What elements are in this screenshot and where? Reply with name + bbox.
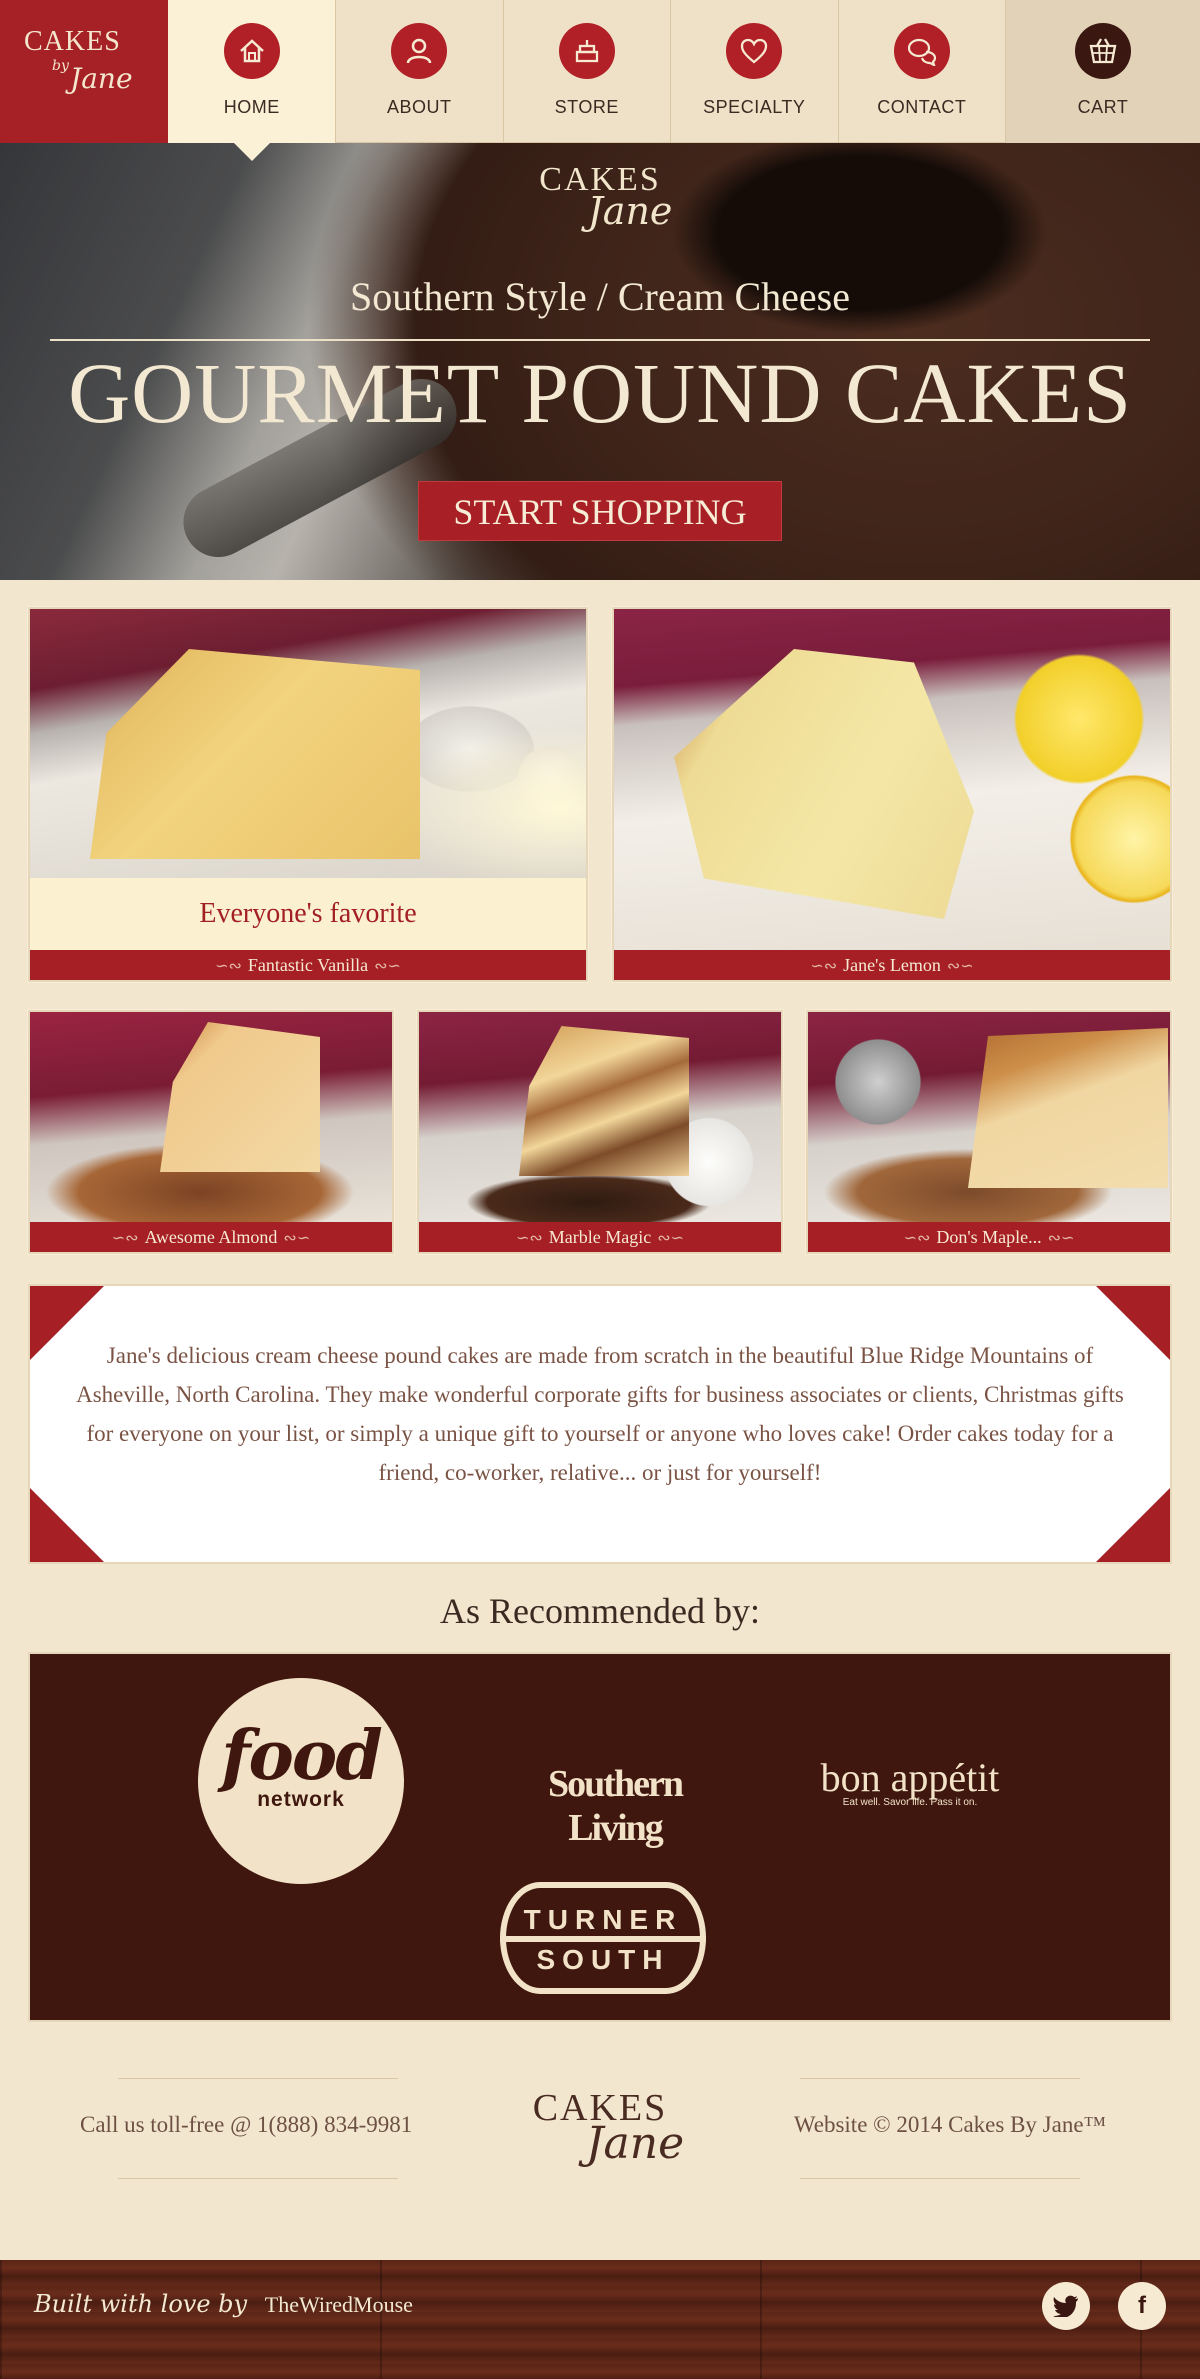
nav-item-store[interactable]: STORE	[504, 0, 672, 143]
nav-label-contact: CONTACT	[877, 97, 967, 117]
product-name: Jane's Lemon	[843, 955, 941, 975]
southern-living-logo[interactable]: Southern Living	[500, 1762, 730, 1850]
swirl-ornament-icon: ∾∽	[283, 1230, 311, 1247]
heart-icon	[726, 23, 783, 79]
footer-logo[interactable]: CAKES Jane	[490, 2086, 710, 2169]
product-card-lemon[interactable]: ∽∾ Jane's Lemon ∾∽	[612, 607, 1172, 982]
swirl-ornament-icon: ∾∽	[657, 1230, 685, 1247]
built-with-love-credit[interactable]: Built with love by TheWiredMouse	[34, 2290, 413, 2318]
hero-logo-line2: Jane	[587, 189, 673, 233]
product-card-marble[interactable]: ∽∾ Marble Magic ∾∽	[417, 1010, 783, 1254]
product-name: Don's Maple...	[936, 1227, 1042, 1247]
twitter-icon[interactable]	[1042, 2282, 1090, 2330]
footer-divider	[800, 2178, 1080, 2179]
turner-south-logo[interactable]: TURNER SOUTH	[500, 1882, 706, 1994]
turner-south-line2: SOUTH	[536, 1944, 670, 1975]
bon-appetit-logo[interactable]: bon appétit Eat well. Savor life. Pass i…	[790, 1754, 1030, 1808]
swirl-ornament-icon: ∽∾	[111, 1230, 139, 1247]
hero-title: GOURMET POUND CAKES	[68, 345, 1132, 441]
nav-item-specialty[interactable]: SPECIALTY	[671, 0, 839, 143]
product-caption: Everyone's favorite	[30, 878, 586, 950]
nav-label-specialty: SPECIALTY	[703, 97, 806, 117]
brand-logo-line2: Jane	[70, 62, 133, 95]
cake-icon	[558, 23, 615, 79]
house-icon	[223, 23, 280, 79]
corner-ornament-icon	[30, 1488, 104, 1562]
bottom-bar: Built with love by TheWiredMouse f	[0, 2260, 1200, 2379]
nav-label-store: STORE	[554, 97, 619, 117]
person-icon	[391, 23, 448, 79]
brand-logo[interactable]: CAKES by Jane	[0, 0, 169, 143]
nav-item-contact[interactable]: CONTACT	[839, 0, 1007, 143]
product-image-vanilla	[30, 609, 586, 880]
swirl-ornament-icon: ∽∾	[810, 958, 838, 975]
product-image-marble	[419, 1012, 781, 1224]
swirl-ornament-icon: ∽∾	[515, 1230, 543, 1247]
product-label-bar: ∽∾ Awesome Almond ∾∽	[30, 1222, 392, 1252]
swirl-ornament-icon: ∾∽	[946, 958, 974, 975]
product-label-bar: ∽∾ Jane's Lemon ∾∽	[614, 950, 1170, 980]
food-network-logo-word: food	[221, 1716, 383, 1796]
start-shopping-button[interactable]: START SHOPPING	[418, 481, 782, 541]
corner-ornament-icon	[1096, 1488, 1170, 1562]
about-panel: Jane's delicious cream cheese pound cake…	[28, 1284, 1172, 1564]
recommended-logos-panel: food network Southern Living bon appétit…	[28, 1652, 1172, 2022]
chat-bubbles-icon	[893, 23, 950, 79]
product-name: Marble Magic	[548, 1227, 652, 1247]
nav-item-about[interactable]: ABOUT	[336, 0, 504, 143]
hero-subtitle: Southern Style / Cream Cheese	[350, 274, 850, 319]
footer-divider	[800, 2078, 1080, 2079]
built-with-text: Built with love by	[34, 2290, 248, 2318]
brand-logo-by: by	[52, 58, 69, 74]
swirl-ornament-icon: ∽∾	[903, 1230, 931, 1247]
swirl-ornament-icon: ∽∾	[215, 958, 242, 975]
top-nav: CAKES by Jane HOME ABOUT STORE SPECIALTY…	[0, 0, 1200, 161]
recommended-title: As Recommended by:	[440, 1591, 760, 1631]
brand-logo-line1: CAKES	[24, 26, 121, 57]
product-card-maple[interactable]: ∽∾ Don's Maple... ∾∽	[806, 1010, 1172, 1254]
footer-divider	[118, 2178, 398, 2179]
about-text: Jane's delicious cream cheese pound cake…	[76, 1343, 1124, 1485]
product-label-bar: ∽∾ Don's Maple... ∾∽	[808, 1222, 1170, 1252]
nav-item-cart[interactable]: CART	[1006, 0, 1200, 143]
hero-logo: CAKES Jane	[0, 161, 1200, 233]
product-label-bar: ∽∾ Fantastic Vanilla ∾∽	[30, 950, 586, 980]
product-card-almond[interactable]: ∽∾ Awesome Almond ∾∽	[28, 1010, 394, 1254]
nav-item-home[interactable]: HOME	[168, 0, 336, 161]
swirl-ornament-icon: ∾∽	[374, 958, 401, 975]
wired-mouse-logo: TheWiredMouse	[264, 2292, 413, 2317]
nav-label-home: HOME	[223, 97, 280, 117]
product-name: Awesome Almond	[144, 1227, 278, 1247]
food-network-logo[interactable]: food network	[198, 1678, 404, 1884]
product-image-almond	[30, 1012, 392, 1224]
product-label-bar: ∽∾ Marble Magic ∾∽	[419, 1222, 781, 1252]
nav-label-about: ABOUT	[386, 97, 452, 117]
product-card-vanilla[interactable]: Everyone's favorite ∽∾ Fantastic Vanilla ∾…	[28, 607, 588, 982]
bon-appetit-logo-word: bon appétit	[820, 1755, 1000, 1800]
product-image-lemon	[614, 609, 1170, 952]
hero-divider	[50, 339, 1150, 341]
product-image-maple	[808, 1012, 1170, 1224]
basket-icon	[1075, 23, 1132, 79]
swirl-ornament-icon: ∾∽	[1047, 1230, 1075, 1247]
nav-label-cart: CART	[1077, 97, 1129, 117]
hero-banner: CAKES Jane Southern Style / Cream Cheese…	[0, 143, 1200, 580]
facebook-icon[interactable]: f	[1118, 2282, 1166, 2330]
footer-copyright: Website © 2014 Cakes By Jane™	[793, 2112, 1107, 2137]
footer-divider	[118, 2078, 398, 2079]
turner-south-line1: TURNER	[523, 1904, 683, 1935]
product-name: Fantastic Vanilla	[247, 955, 369, 975]
footer-phone: Call us toll-free @ 1(888) 834-9981	[80, 2112, 413, 2137]
